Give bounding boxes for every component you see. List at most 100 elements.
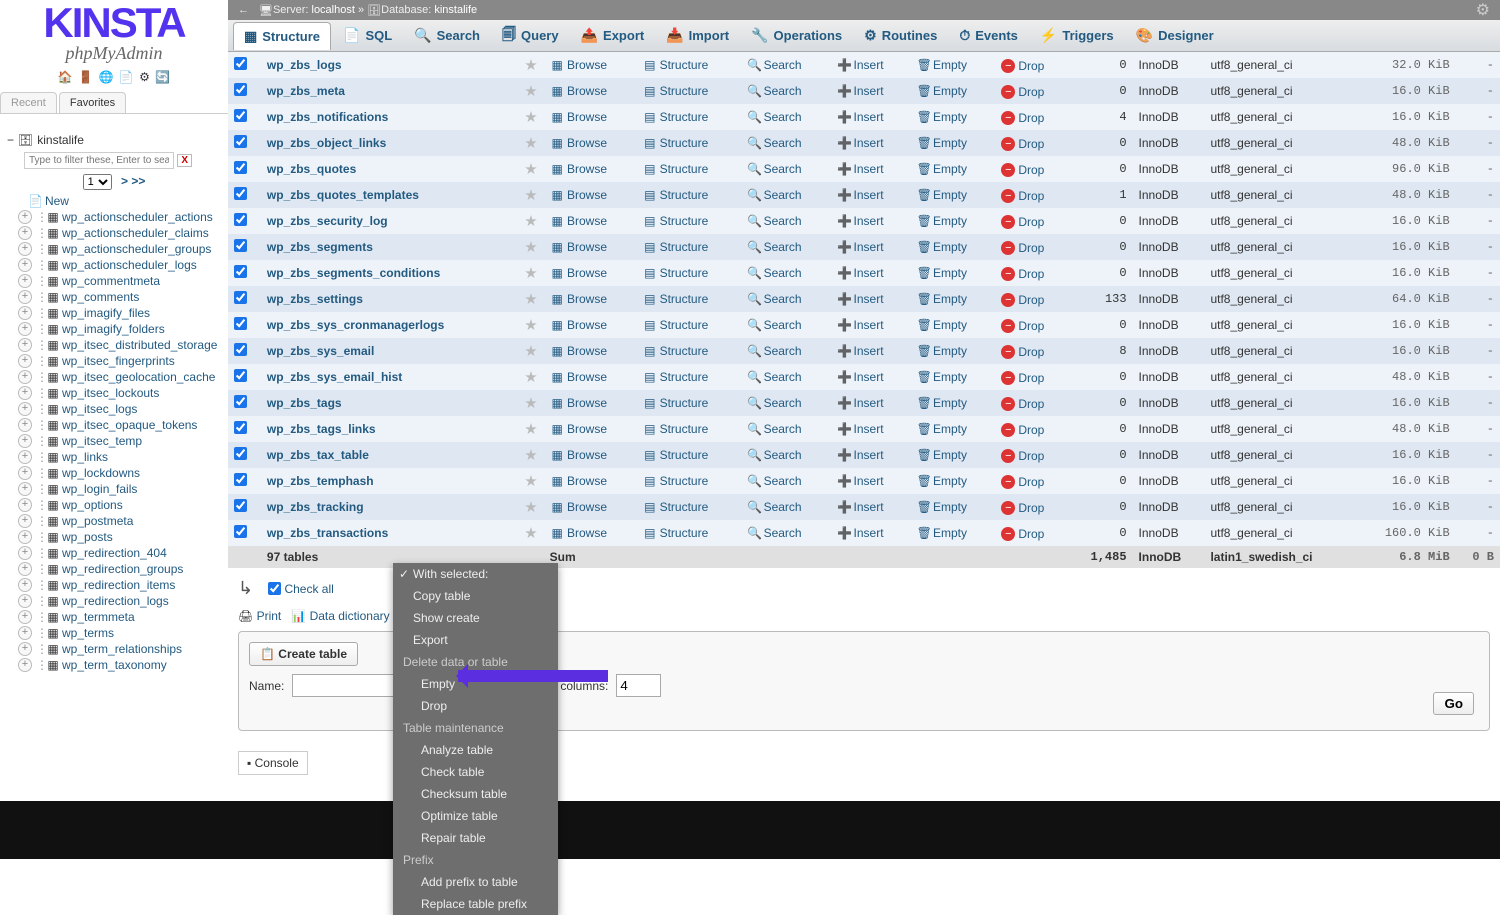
expand-icon[interactable]: + [18,482,32,496]
dropdown-replace-prefix[interactable]: Replace table prefix [393,893,558,915]
docs-icon[interactable]: 📄 [119,70,134,84]
expand-icon[interactable]: + [18,306,32,320]
expand-icon[interactable]: + [18,610,32,624]
go-button[interactable]: Go [1433,692,1474,715]
table-name-link[interactable]: wp_zbs_tags [267,396,342,410]
check-all-checkbox[interactable] [268,582,281,595]
structure-action[interactable]: ▤ Structure [643,162,708,176]
browse-action[interactable]: ▦ Browse [551,370,607,384]
star-icon[interactable]: ★ [524,395,537,412]
drop-action[interactable]: −Drop [1001,345,1044,359]
empty-action[interactable]: 🗑 Empty [917,500,967,514]
search-action[interactable]: 🔍 Search [747,266,801,280]
tree-table-item[interactable]: +⋮▦wp_commentmeta [0,273,228,289]
star-icon[interactable]: ★ [524,187,537,204]
structure-action[interactable]: ▤ Structure [643,188,708,202]
row-checkbox[interactable] [234,57,247,70]
table-name-link[interactable]: wp_zbs_tax_table [267,448,369,462]
tree-table-item[interactable]: +⋮▦wp_itsec_logs [0,401,228,417]
tree-table-item[interactable]: +⋮▦wp_itsec_distributed_storage [0,337,228,353]
empty-action[interactable]: 🗑 Empty [917,292,967,306]
tab-operations[interactable]: 🔧Operations [741,22,852,49]
expand-icon[interactable]: + [18,546,32,560]
star-icon[interactable]: ★ [524,317,537,334]
row-checkbox[interactable] [234,265,247,278]
star-icon[interactable]: ★ [524,213,537,230]
tree-table-item[interactable]: +⋮▦wp_lockdowns [0,465,228,481]
data-dictionary-link[interactable]: Data dictionary [310,609,390,623]
tree-table-name[interactable]: wp_terms [62,626,114,640]
structure-action[interactable]: ▤ Structure [643,136,708,150]
star-icon[interactable]: ★ [524,473,537,490]
insert-action[interactable]: ➕ Insert [837,448,883,462]
tab-recent[interactable]: Recent [0,92,57,113]
insert-action[interactable]: ➕ Insert [837,84,883,98]
tree-table-name[interactable]: wp_itsec_distributed_storage [62,338,217,352]
expand-icon[interactable]: + [18,338,32,352]
table-name-link[interactable]: wp_zbs_quotes_templates [267,188,419,202]
empty-action[interactable]: 🗑 Empty [917,422,967,436]
tree-table-name[interactable]: wp_redirection_groups [62,562,183,576]
tree-table-item[interactable]: +⋮▦wp_itsec_temp [0,433,228,449]
table-name-link[interactable]: wp_zbs_sys_email [267,344,374,358]
browse-action[interactable]: ▦ Browse [551,318,607,332]
row-checkbox[interactable] [234,213,247,226]
tree-table-name[interactable]: wp_postmeta [62,514,133,528]
search-action[interactable]: 🔍 Search [747,344,801,358]
search-action[interactable]: 🔍 Search [747,188,801,202]
expand-icon[interactable]: + [18,322,32,336]
expand-icon[interactable]: + [18,642,32,656]
tree-table-item[interactable]: +⋮▦wp_actionscheduler_claims [0,225,228,241]
expand-icon[interactable]: + [18,594,32,608]
row-checkbox[interactable] [234,109,247,122]
table-name-link[interactable]: wp_zbs_sys_cronmanagerlogs [267,318,444,332]
tree-table-item[interactable]: +⋮▦wp_redirection_logs [0,593,228,609]
drop-action[interactable]: −Drop [1001,371,1044,385]
tree-new-item[interactable]: 📄 New [0,193,228,209]
expand-icon[interactable]: + [18,514,32,528]
tree-table-item[interactable]: +⋮▦wp_redirection_groups [0,561,228,577]
breadcrumb-database[interactable]: kinstalife [434,4,477,16]
search-action[interactable]: 🔍 Search [747,422,801,436]
drop-action[interactable]: −Drop [1001,267,1044,281]
search-action[interactable]: 🔍 Search [747,448,801,462]
dropdown-drop[interactable]: Drop [393,695,558,717]
dropdown-with-selected[interactable]: With selected: [393,563,558,585]
tree-table-item[interactable]: +⋮▦wp_itsec_fingerprints [0,353,228,369]
structure-action[interactable]: ▤ Structure [643,58,708,72]
tree-table-item[interactable]: +⋮▦wp_login_fails [0,481,228,497]
insert-action[interactable]: ➕ Insert [837,500,883,514]
drop-action[interactable]: −Drop [1001,449,1044,463]
structure-action[interactable]: ▤ Structure [643,240,708,254]
table-name-link[interactable]: wp_zbs_security_log [267,214,388,228]
expand-icon[interactable]: + [18,290,32,304]
browse-action[interactable]: ▦ Browse [551,474,607,488]
browse-action[interactable]: ▦ Browse [551,136,607,150]
empty-action[interactable]: 🗑 Empty [917,266,967,280]
tree-table-item[interactable]: +⋮▦wp_posts [0,529,228,545]
tree-table-name[interactable]: wp_term_relationships [62,642,182,656]
browse-action[interactable]: ▦ Browse [551,396,607,410]
expand-icon[interactable]: + [18,450,32,464]
create-table-button[interactable]: 📋 Create table [249,642,358,666]
insert-action[interactable]: ➕ Insert [837,266,883,280]
table-name-link[interactable]: wp_zbs_quotes [267,162,356,176]
structure-action[interactable]: ▤ Structure [643,318,708,332]
tree-table-item[interactable]: +⋮▦wp_options [0,497,228,513]
insert-action[interactable]: ➕ Insert [837,110,883,124]
star-icon[interactable]: ★ [524,57,537,74]
empty-action[interactable]: 🗑 Empty [917,136,967,150]
drop-action[interactable]: −Drop [1001,293,1044,307]
tree-table-name[interactable]: wp_comments [62,290,139,304]
empty-action[interactable]: 🗑 Empty [917,240,967,254]
insert-action[interactable]: ➕ Insert [837,58,883,72]
page-select[interactable]: 1 [83,174,112,190]
dropdown-show-create[interactable]: Show create [393,607,558,629]
structure-action[interactable]: ▤ Structure [643,422,708,436]
tree-table-item[interactable]: +⋮▦wp_termmeta [0,609,228,625]
star-icon[interactable]: ★ [524,83,537,100]
dropdown-repair[interactable]: Repair table [393,827,558,849]
browse-action[interactable]: ▦ Browse [551,188,607,202]
dropdown-add-prefix[interactable]: Add prefix to table [393,871,558,893]
tree-table-name[interactable]: wp_login_fails [62,482,137,496]
